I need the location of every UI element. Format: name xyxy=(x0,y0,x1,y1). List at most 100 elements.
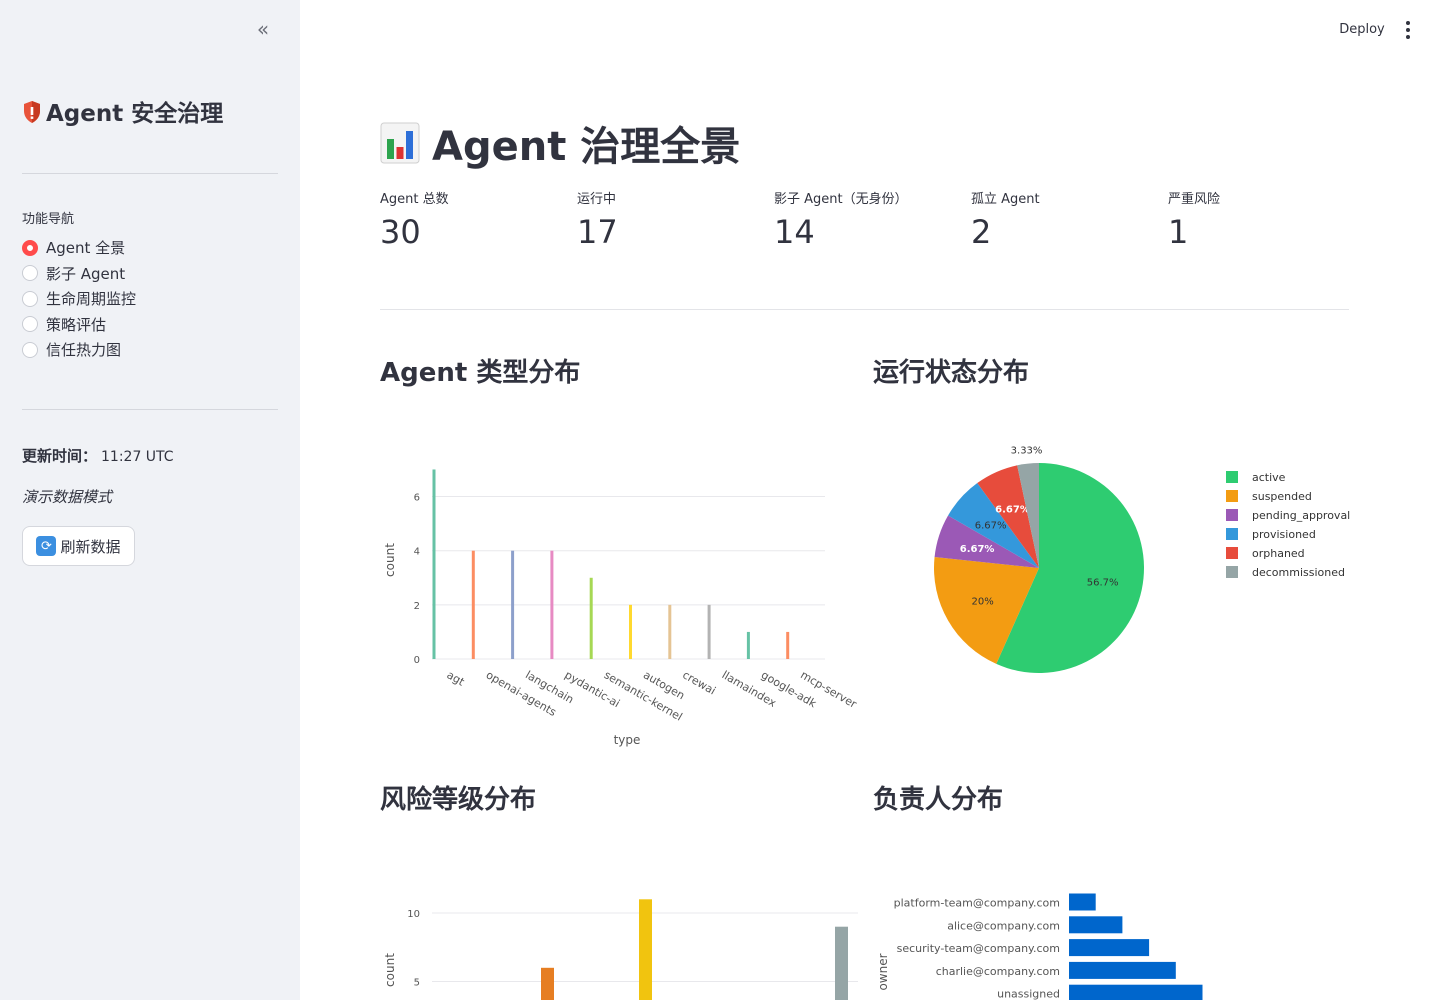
pie-percent-label: 6.67% xyxy=(960,544,995,555)
bar xyxy=(1069,893,1096,911)
radio-icon[interactable] xyxy=(22,316,38,333)
bar xyxy=(707,604,711,659)
nav-item-label: Agent 全景 xyxy=(46,239,126,258)
x-tick-label: crewai xyxy=(680,668,718,697)
bar xyxy=(432,469,436,659)
nav-item-label: 策略评估 xyxy=(46,315,107,334)
bar xyxy=(639,899,652,1000)
chevrons-left-icon[interactable]: « xyxy=(250,18,276,42)
refresh-label: 刷新数据 xyxy=(60,537,121,556)
metric-label: 孤立 Agent xyxy=(971,192,1040,207)
shield-icon xyxy=(22,100,42,130)
page-title: Agent 治理全景 xyxy=(380,114,740,172)
type-bar-chart: 0246agt openai-agentslangchainpydantic-ai… xyxy=(383,469,859,747)
nav-radio-group: Agent 全景 影子 Agent 生命周期监控 策略评估 信任热力图 xyxy=(22,235,136,363)
y-tick-label: unassigned xyxy=(997,988,1060,1000)
bar xyxy=(629,604,632,659)
legend-swatch xyxy=(1226,471,1238,483)
bar-chart-icon xyxy=(380,122,420,164)
bar xyxy=(668,604,672,659)
risk-bar-chart: 5 10 count xyxy=(383,899,858,1000)
metric-orphaned: 孤立 Agent 2 xyxy=(971,188,1161,251)
bar xyxy=(589,577,593,659)
update-label: 更新时间： xyxy=(22,447,98,465)
bar xyxy=(1069,984,1203,1000)
nav-item-label: 影子 Agent xyxy=(46,264,126,283)
nav-item-label: 生命周期监控 xyxy=(46,290,137,309)
legend-label: pending_approval xyxy=(1252,509,1350,522)
nav-item-lifecycle[interactable]: 生命周期监控 xyxy=(22,286,136,312)
section-title-type: Agent 类型分布 xyxy=(380,358,581,388)
radio-icon[interactable] xyxy=(22,290,38,307)
bar xyxy=(1069,916,1123,934)
bar xyxy=(511,550,515,659)
legend-swatch xyxy=(1226,547,1238,559)
metric-label: 影子 Agent（无身份） xyxy=(774,192,908,207)
metric-value: 17 xyxy=(577,213,618,251)
legend-swatch xyxy=(1226,566,1238,578)
metric-value: 14 xyxy=(774,213,815,251)
nav-item-trust-heatmap[interactable]: 信任热力图 xyxy=(22,337,136,363)
pie-percent-label: 6.67% xyxy=(995,505,1030,516)
legend-label: suspended xyxy=(1252,490,1312,503)
deploy-button[interactable]: Deploy xyxy=(1330,19,1394,41)
metric-value: 1 xyxy=(1168,213,1189,251)
update-time-value: 11:27 UTC xyxy=(101,449,174,465)
radio-selected-icon[interactable] xyxy=(22,239,38,256)
section-title-status: 运行状态分布 xyxy=(873,358,1030,388)
bar xyxy=(1069,939,1150,957)
bar xyxy=(786,631,790,659)
legend-swatch xyxy=(1226,490,1238,502)
metric-running: 运行中 17 xyxy=(577,188,767,251)
legend-swatch xyxy=(1226,509,1238,521)
divider xyxy=(22,409,278,410)
legend-swatch xyxy=(1226,528,1238,540)
section-title-owner: 负责人分布 xyxy=(873,785,1004,815)
bar xyxy=(835,926,848,1000)
update-time: 更新时间： 11:27 UTC xyxy=(22,445,174,466)
y-tick-label: 4 xyxy=(414,547,420,558)
radio-icon[interactable] xyxy=(22,341,38,358)
status-pie-chart: 56.7% 20% 6.67% 6.67% 6.67% 3.33% active suspen… xyxy=(934,446,1350,673)
y-tick-label: alice@company.com xyxy=(947,919,1060,932)
metric-critical: 严重风险 1 xyxy=(1168,188,1358,251)
y-tick-label: charlie@company.com xyxy=(936,965,1060,978)
pie-percent-label: 56.7% xyxy=(1087,578,1119,589)
section-title-risk: 风险等级分布 xyxy=(380,785,537,815)
metric-label: Agent 总数 xyxy=(380,192,449,207)
y-tick-label: 6 xyxy=(414,493,420,504)
divider xyxy=(22,173,278,174)
y-axis-label: owner xyxy=(876,953,890,990)
y-tick-label: 10 xyxy=(407,909,420,920)
nav-item-overview[interactable]: Agent 全景 xyxy=(22,235,136,261)
owner-bar-chart: platform-team@company.com alice@company.c… xyxy=(876,893,1203,1000)
page-title-text: Agent 治理全景 xyxy=(432,124,741,170)
demo-mode-note: 演示数据模式 xyxy=(22,488,113,506)
x-axis-label: type xyxy=(614,733,641,747)
sidebar-title: Agent 安全治理 xyxy=(22,94,223,130)
radio-icon[interactable] xyxy=(22,265,38,282)
metric-label: 运行中 xyxy=(577,192,617,207)
y-tick-label: 5 xyxy=(414,978,420,989)
nav-label: 功能导航 xyxy=(22,212,75,227)
x-tick-label: agt xyxy=(445,668,468,689)
divider xyxy=(380,309,1349,310)
legend-label: orphaned xyxy=(1252,547,1305,560)
metric-value: 30 xyxy=(380,213,421,251)
refresh-icon: ⟳ xyxy=(36,536,57,556)
sidebar-title-text: Agent 安全治理 xyxy=(46,101,224,127)
x-tick-label: openai-agents xyxy=(484,668,559,719)
sidebar: « Agent 安全治理 功能导航 Agent 全景 影子 Agent 生命周期… xyxy=(0,0,300,1000)
legend-label: decommissioned xyxy=(1252,566,1345,579)
nav-item-shadow-agent[interactable]: 影子 Agent xyxy=(22,261,136,287)
metric-label: 严重风险 xyxy=(1168,192,1221,207)
bar xyxy=(746,631,750,659)
bar xyxy=(1069,961,1176,979)
y-tick-label: 0 xyxy=(414,655,420,666)
metric-value: 2 xyxy=(971,213,992,251)
y-tick-label: security-team@company.com xyxy=(897,942,1060,955)
nav-item-policy[interactable]: 策略评估 xyxy=(22,312,136,338)
refresh-button[interactable]: ⟳ 刷新数据 xyxy=(22,526,135,566)
more-menu-icon[interactable] xyxy=(1400,18,1416,42)
bar xyxy=(471,550,475,659)
